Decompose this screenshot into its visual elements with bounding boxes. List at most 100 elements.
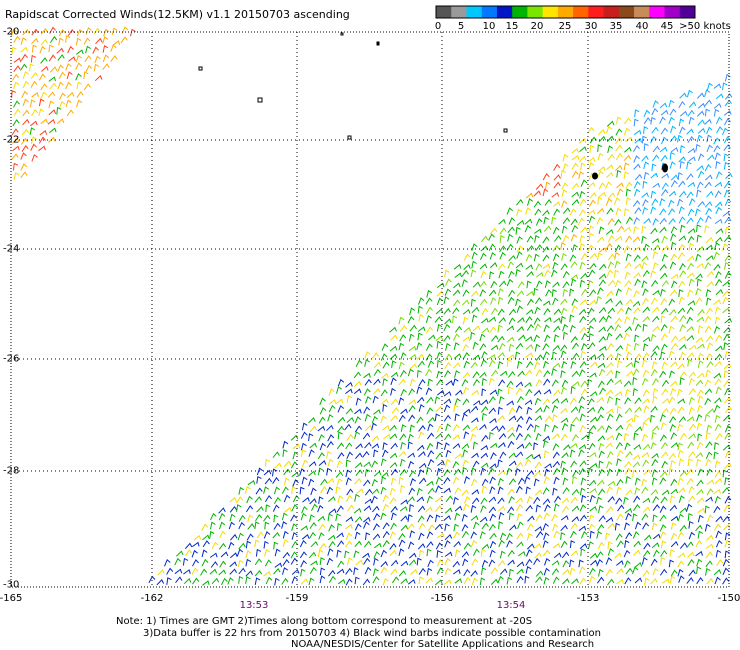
wind-barb xyxy=(191,549,198,558)
wind-barb xyxy=(445,495,454,503)
wind-barb xyxy=(506,380,514,388)
wind-barb xyxy=(436,359,442,368)
wind-barb xyxy=(490,280,498,289)
wind-barb xyxy=(570,449,576,458)
wind-barb xyxy=(526,360,534,368)
wind-barb xyxy=(535,244,543,251)
wind-barb xyxy=(58,29,66,37)
wind-barb xyxy=(614,218,622,226)
wind-barb xyxy=(301,506,308,514)
wind-barb xyxy=(642,389,650,397)
wind-barb xyxy=(553,389,561,396)
wind-barb xyxy=(587,397,595,406)
wind-barb xyxy=(418,567,426,575)
wind-barb xyxy=(470,531,477,539)
wind-barb xyxy=(480,505,487,513)
wind-barb xyxy=(398,316,405,325)
wind-barb xyxy=(605,314,612,323)
wind-barb xyxy=(624,507,633,514)
wind-barb xyxy=(452,289,461,296)
wind-barb xyxy=(256,467,264,476)
wind-barb xyxy=(383,433,391,440)
wind-barb xyxy=(382,522,390,530)
wind-barb xyxy=(670,361,678,368)
wind-barb xyxy=(371,415,379,424)
wind-barb xyxy=(13,57,22,63)
wind-barb xyxy=(688,451,696,458)
wind-barb xyxy=(588,161,595,170)
wind-barb xyxy=(696,165,704,171)
wind-barb xyxy=(642,569,650,577)
lat-label-20: -20 xyxy=(3,26,20,38)
wind-barb xyxy=(713,505,721,513)
note-line-1: Note: 1) Times are GMT 2)Times along bot… xyxy=(116,616,533,627)
wind-barb xyxy=(246,533,254,541)
wind-barb xyxy=(481,388,487,397)
wind-barb xyxy=(570,423,576,432)
wind-barb xyxy=(263,514,271,522)
wind-barb xyxy=(552,576,560,584)
wind-barb xyxy=(668,199,675,208)
wind-barb xyxy=(452,362,461,369)
wind-barb xyxy=(534,415,543,422)
wind-barb xyxy=(13,65,21,72)
wind-barb xyxy=(563,207,571,214)
wind-barb xyxy=(535,354,544,361)
wind-barb xyxy=(715,432,723,440)
wind-barb xyxy=(488,506,497,514)
wind-barb xyxy=(677,423,683,432)
wind-barb xyxy=(418,477,427,485)
wind-barb xyxy=(569,314,575,323)
wind-barb xyxy=(371,478,378,487)
wind-barb xyxy=(408,552,417,559)
wind-barb xyxy=(578,217,585,226)
wind-barb xyxy=(516,532,524,540)
wind-barb xyxy=(580,179,588,187)
wind-barb xyxy=(535,218,543,226)
wind-barb xyxy=(398,533,406,541)
wind-barb xyxy=(508,371,516,378)
wind-barb xyxy=(598,191,607,198)
wind-barb xyxy=(606,125,613,134)
wind-barb xyxy=(617,225,625,233)
wind-barb xyxy=(714,353,723,361)
wind-barb xyxy=(713,451,719,460)
wind-barb xyxy=(715,161,721,169)
wind-barb xyxy=(589,262,597,270)
wind-barb xyxy=(679,145,686,153)
wind-barb xyxy=(686,468,694,476)
wind-barb xyxy=(614,235,623,242)
wind-barb xyxy=(552,542,561,549)
wind-barb xyxy=(11,73,20,81)
wind-barb xyxy=(94,55,101,64)
wind-barb xyxy=(589,192,597,199)
wind-barb xyxy=(650,270,656,278)
wind-barb xyxy=(218,542,227,550)
wind-barb xyxy=(632,316,639,325)
wind-barb xyxy=(353,567,359,575)
wind-barb xyxy=(678,280,686,289)
wind-barb xyxy=(382,442,388,450)
wind-barb xyxy=(444,288,452,296)
wind-barb xyxy=(588,342,596,350)
wind-barb xyxy=(713,372,722,379)
wind-barb xyxy=(560,344,568,352)
wind-barb xyxy=(209,530,215,539)
wind-barb xyxy=(273,496,281,505)
wind-barb xyxy=(678,118,685,127)
wind-barb xyxy=(462,343,469,352)
wind-barb xyxy=(535,379,543,387)
wind-barb xyxy=(705,289,712,297)
wind-barb xyxy=(668,396,676,404)
wind-barb xyxy=(273,486,280,495)
wind-barb xyxy=(724,532,731,541)
wind-barb xyxy=(345,381,353,388)
wind-barb xyxy=(678,575,685,583)
wind-barb xyxy=(13,172,20,180)
wind-barb xyxy=(326,424,334,432)
wind-barb xyxy=(426,531,434,539)
wind-barb xyxy=(425,368,433,377)
wind-barb xyxy=(542,254,550,262)
wind-barb xyxy=(443,442,450,451)
wind-barb xyxy=(661,188,669,196)
